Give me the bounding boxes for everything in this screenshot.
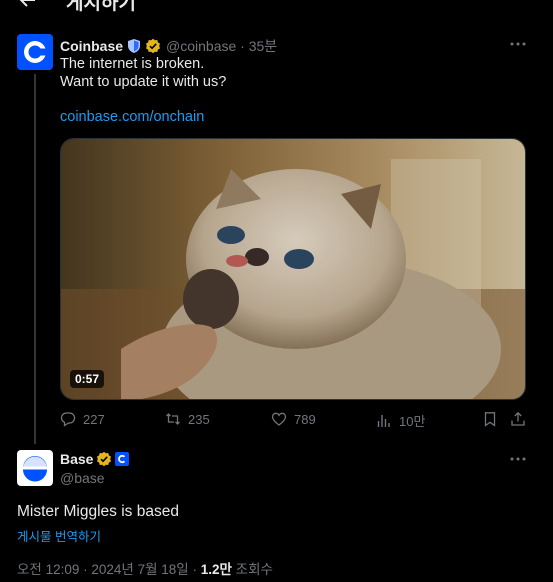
- tweet-text-line: The internet is broken.: [60, 56, 205, 72]
- base-logo: [23, 456, 47, 482]
- thread-line: [34, 74, 36, 444]
- verified-gold-icon: [97, 451, 112, 467]
- tweet-text: Mister Miggles is based: [17, 503, 179, 520]
- tweet-date[interactable]: 2024년 7월 18일: [91, 562, 188, 577]
- views-button[interactable]: 10만: [376, 411, 425, 430]
- tweet-actions: 227 235 789 10만: [60, 411, 530, 431]
- more-icon[interactable]: [509, 42, 527, 46]
- repost-button[interactable]: 235: [165, 411, 210, 427]
- coinbase-affiliate-icon[interactable]: [115, 452, 130, 466]
- page-title: 게시하기: [66, 0, 136, 14]
- reply-icon: [60, 412, 76, 427]
- tweet-header: Base: [60, 451, 130, 467]
- views-count: 10만: [399, 414, 426, 429]
- like-count: 789: [294, 411, 316, 427]
- share-icon: [511, 411, 525, 426]
- verified-gold-icon: [146, 38, 161, 54]
- shield-icon: [128, 39, 141, 53]
- views-total: 1.2만: [200, 562, 232, 577]
- coinbase-avatar[interactable]: [17, 34, 53, 70]
- tweet-time[interactable]: 35분: [249, 36, 277, 56]
- bookmark-icon: [484, 412, 496, 427]
- coinbase-logo: [24, 41, 47, 63]
- tweet-text: The internet is broken. Want to update i…: [60, 55, 226, 91]
- bookmark-button[interactable]: [482, 411, 505, 427]
- views-label: 조회수: [235, 562, 273, 577]
- page-header: 게시하기: [0, 0, 553, 16]
- tweet-time[interactable]: 오전 12:09: [17, 562, 79, 577]
- separator-dot: ·: [79, 562, 92, 577]
- tweet-text-line: Want to update it with us?: [60, 74, 227, 90]
- like-button[interactable]: 789: [271, 411, 316, 427]
- back-arrow-icon[interactable]: [18, 0, 38, 10]
- tweet-link[interactable]: coinbase.com/onchain: [60, 109, 204, 125]
- repost-count: 235: [188, 411, 210, 427]
- author-name[interactable]: Coinbase: [60, 38, 123, 54]
- tweet-meta: 오전 12:09 · 2024년 7월 18일 · 1.2만 조회수: [17, 558, 273, 578]
- base-avatar[interactable]: [17, 450, 53, 486]
- separator-dot: ·: [236, 38, 249, 54]
- views-icon: [377, 414, 390, 427]
- author-name[interactable]: Base: [60, 451, 93, 467]
- more-icon[interactable]: [509, 457, 527, 461]
- video-duration: 0:57: [70, 370, 105, 388]
- like-icon: [271, 412, 287, 426]
- repost-icon: [166, 413, 180, 425]
- share-button[interactable]: [510, 411, 533, 427]
- video-player[interactable]: [60, 138, 526, 400]
- reply-button[interactable]: 227: [60, 411, 105, 427]
- translate-link[interactable]: 게시물 번역하기: [17, 526, 101, 545]
- video-thumbnail: [61, 139, 525, 399]
- tweet-header: Coinbase @coinbase · 35분: [60, 36, 277, 56]
- reply-count: 227: [83, 411, 105, 427]
- separator-dot: ·: [188, 562, 201, 577]
- author-handle[interactable]: @coinbase: [166, 38, 236, 54]
- author-handle[interactable]: @base: [60, 470, 105, 486]
